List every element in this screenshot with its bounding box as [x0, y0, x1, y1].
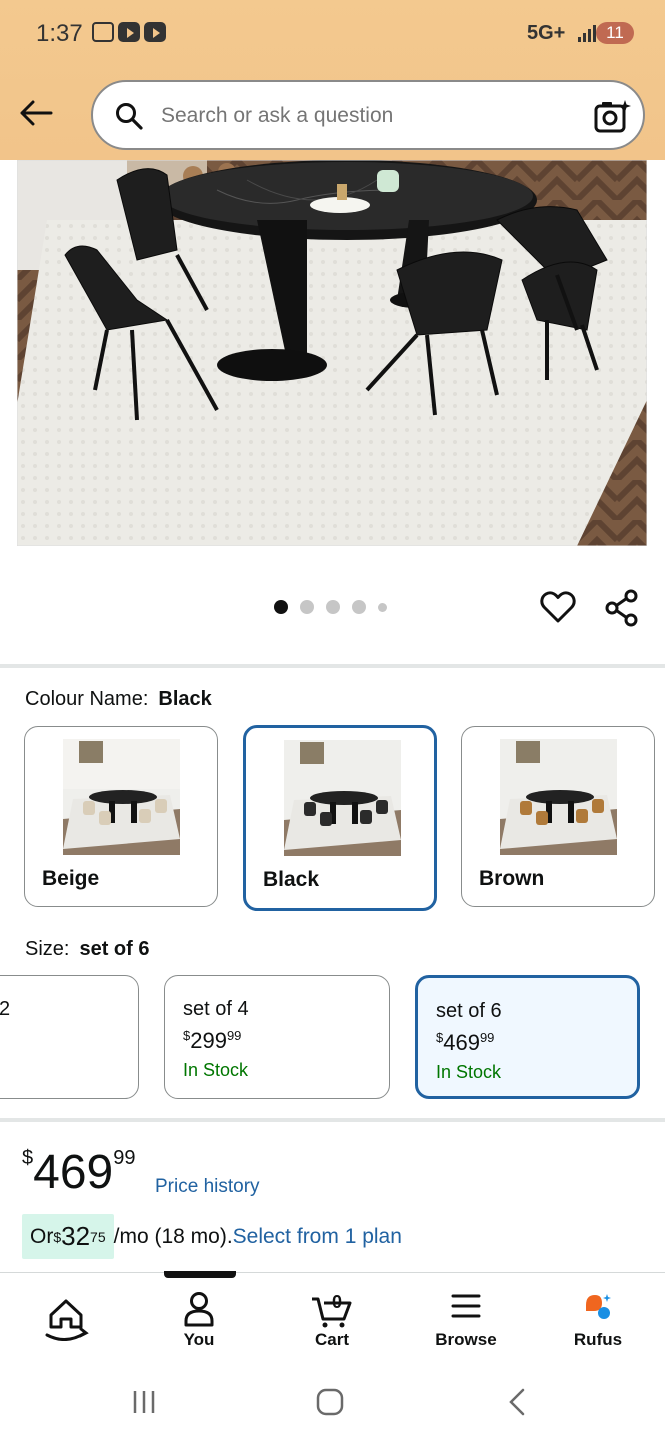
menu-icon	[451, 1294, 481, 1318]
installment-amount: Or $32 75	[22, 1214, 114, 1259]
select-plan-link[interactable]: Select from 1 plan	[233, 1225, 402, 1249]
signal-icon	[578, 22, 596, 42]
youtube-icon	[144, 22, 166, 42]
product-photo	[17, 160, 647, 546]
size-option-title: set of 6	[436, 1000, 502, 1022]
section-divider	[0, 664, 665, 668]
search-bar[interactable]	[91, 80, 645, 150]
carousel-dot[interactable]	[378, 602, 387, 612]
carousel-dot[interactable]	[300, 600, 314, 614]
nav-you[interactable]: You	[144, 1273, 254, 1365]
installment-offer: Or $32 75 /mo (18 mo). Select from 1 plan	[22, 1214, 402, 1259]
system-navigation-bar	[0, 1364, 665, 1440]
colour-option-brown[interactable]: Brown	[461, 726, 655, 907]
svg-text:0: 0	[332, 1292, 342, 1312]
colour-thumbnail	[284, 740, 401, 856]
back-button[interactable]	[16, 95, 56, 131]
size-option-set-of-6[interactable]: set of 6 $46999 In Stock	[415, 975, 640, 1099]
youtube-icon	[118, 22, 140, 42]
size-option-2[interactable]: 2	[0, 975, 139, 1099]
installment-term: /mo (18 mo).	[113, 1224, 233, 1248]
nav-label: Cart	[314, 1330, 349, 1349]
nav-label: You	[183, 1330, 215, 1349]
colour-option-black[interactable]: Black	[243, 725, 437, 911]
back-nav-icon[interactable]	[505, 1387, 529, 1417]
colour-selected-value: Black	[158, 688, 212, 710]
nav-browse[interactable]: Browse	[411, 1273, 521, 1365]
stock-status: In Stock	[436, 1062, 502, 1082]
section-divider	[0, 1118, 665, 1122]
carousel-dot[interactable]	[352, 600, 366, 614]
size-option-price: $29999	[183, 1028, 242, 1053]
status-notification-icons	[92, 22, 166, 42]
size-selected-value: set of 6	[79, 938, 150, 960]
colour-thumbnail	[63, 739, 180, 855]
size-option-price: $46999	[436, 1030, 495, 1055]
status-bar: 1:37 5G+ 11	[0, 0, 665, 68]
nav-cart[interactable]: 0 Cart	[277, 1273, 387, 1365]
camera-search-icon[interactable]	[593, 98, 631, 134]
screenshot-icon	[92, 22, 114, 42]
colour-name-label: Colour Name: Black	[25, 688, 212, 711]
colour-option-label: Brown	[479, 867, 545, 890]
colour-option-beige[interactable]: Beige	[24, 726, 218, 907]
nav-rufus[interactable]: Rufus	[543, 1273, 653, 1365]
stock-status: In Stock	[183, 1060, 249, 1080]
colour-option-label: Black	[263, 868, 320, 891]
search-icon	[116, 103, 143, 130]
colour-label-text: Colour Name:	[25, 688, 149, 710]
size-option-title: set of 4	[183, 998, 249, 1020]
person-icon	[184, 1292, 214, 1327]
size-label-text: Size:	[25, 938, 70, 960]
size-option-set-of-4[interactable]: set of 4 $29999 In Stock	[164, 975, 390, 1099]
app-header: 1:37 5G+ 11	[0, 0, 665, 160]
carousel-dot[interactable]	[326, 600, 340, 614]
arrow-left-icon	[20, 100, 53, 126]
cart-icon: 0	[312, 1292, 352, 1328]
battery-indicator: 11	[596, 22, 634, 44]
size-option-title: 2	[0, 998, 11, 1020]
product-image[interactable]	[17, 160, 647, 546]
nav-home[interactable]	[11, 1273, 121, 1365]
share-icon[interactable]	[604, 589, 640, 627]
recent-apps-icon[interactable]	[130, 1388, 158, 1416]
carousel-dot[interactable]	[274, 600, 288, 614]
colour-thumbnail	[500, 739, 617, 855]
price-history-link[interactable]: Price history	[155, 1176, 260, 1198]
nav-label: Browse	[435, 1330, 497, 1349]
nav-label: Rufus	[573, 1330, 623, 1349]
home-button-icon[interactable]	[315, 1387, 345, 1417]
product-price: $46999	[22, 1146, 136, 1199]
network-type: 5G+	[527, 22, 566, 44]
carousel-dots[interactable]	[274, 600, 387, 614]
status-time: 1:37	[36, 20, 83, 47]
search-input[interactable]	[161, 104, 561, 128]
heart-icon[interactable]	[540, 590, 576, 624]
home-icon	[45, 1299, 89, 1341]
rufus-icon	[586, 1294, 611, 1319]
size-label: Size: set of 6	[25, 938, 150, 961]
colour-option-label: Beige	[42, 867, 100, 890]
bottom-navigation: You 0 Cart Browse Rufus	[0, 1271, 665, 1365]
